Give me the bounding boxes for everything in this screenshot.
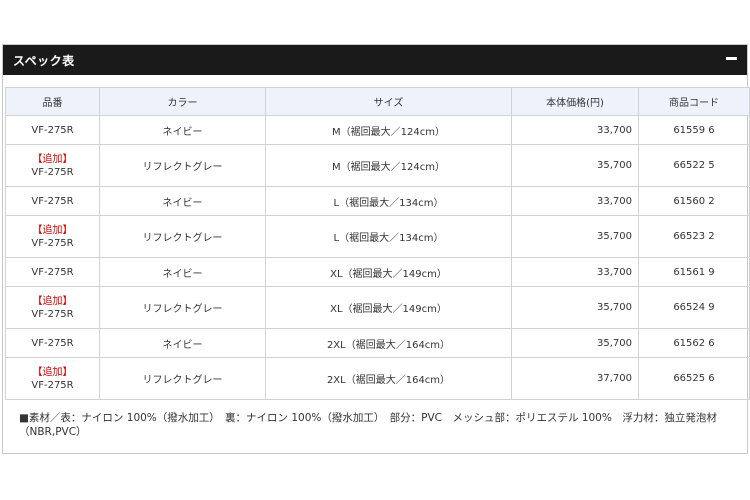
model-number: VF-275R (31, 266, 74, 278)
model-number: VF-275R (31, 337, 74, 349)
cell-model: VF-275R (5, 115, 100, 145)
cell-color: ネイビー (99, 328, 266, 358)
cell-size: L（裾回最大／134cm） (265, 186, 512, 216)
cell-code: 66525 6 (638, 357, 750, 400)
table-row: 【追加】 VF-275R リフレクトグレー L（裾回最大／134cm） 35,70… (5, 215, 750, 258)
spec-title: スペック表 (13, 54, 75, 68)
cell-price: 33,700 (511, 115, 639, 145)
cell-model: VF-275R (5, 328, 100, 358)
cell-color: ネイビー (99, 257, 266, 287)
cell-size: 2XL（裾回最大／164cm） (265, 328, 512, 358)
cell-color: リフレクトグレー (99, 357, 266, 400)
cell-model: VF-275R (5, 257, 100, 287)
minus-icon (726, 57, 737, 60)
cell-color: ネイビー (99, 186, 266, 216)
cell-model: VF-275R (5, 186, 100, 216)
cell-size: L（裾回最大／134cm） (265, 215, 512, 258)
spec-header[interactable]: スペック表 (3, 45, 747, 75)
cell-size: M（裾回最大／124cm） (265, 144, 512, 187)
cell-code: 61562 6 (638, 328, 750, 358)
material-note: ■素材／表：ナイロン 100%（撥水加工） 裏：ナイロン 100%（撥水加工） … (19, 412, 717, 438)
table-row: VF-275R ネイビー 2XL（裾回最大／164cm） 35,700 6156… (5, 328, 750, 358)
spec-table: 品番 カラー サイズ 本体価格(円) 商品コード VF-275R ネイビー M（… (5, 87, 750, 400)
cell-color: リフレクトグレー (99, 215, 266, 258)
cell-size: XL（裾回最大／149cm） (265, 257, 512, 287)
cell-code: 66522 5 (638, 144, 750, 187)
model-number: VF-275R (31, 124, 74, 136)
collapse-button[interactable] (719, 49, 743, 71)
cell-model: 【追加】 VF-275R (5, 286, 100, 329)
table-row: VF-275R ネイビー XL（裾回最大／149cm） 33,700 61561… (5, 257, 750, 287)
added-badge: 【追加】 (32, 366, 73, 378)
model-number: VF-275R (31, 308, 74, 320)
spec-panel: スペック表 品番 カラー サイズ 本体価格(円) 商品コード VF-275R ネ… (2, 44, 750, 454)
cell-code: 66523 2 (638, 215, 750, 258)
cell-size: XL（裾回最大／149cm） (265, 286, 512, 329)
cell-code: 61560 2 (638, 186, 750, 216)
model-number: VF-275R (31, 166, 74, 178)
cell-model: 【追加】 VF-275R (5, 357, 100, 400)
model-number: VF-275R (31, 237, 74, 249)
cell-model: 【追加】 VF-275R (5, 215, 100, 258)
cell-model: 【追加】 VF-275R (5, 144, 100, 187)
table-row: 【追加】 VF-275R リフレクトグレー XL（裾回最大／149cm） 35,7… (5, 286, 750, 329)
header-model: 品番 (5, 87, 100, 116)
header-price: 本体価格(円) (511, 87, 639, 116)
added-badge: 【追加】 (32, 295, 73, 307)
cell-code: 66524 9 (638, 286, 750, 329)
cell-price: 35,700 (511, 144, 639, 187)
cell-price: 35,700 (511, 328, 639, 358)
header-code: 商品コード (638, 87, 750, 116)
cell-size: M（裾回最大／124cm） (265, 115, 512, 145)
cell-color: リフレクトグレー (99, 144, 266, 187)
cell-code: 61561 9 (638, 257, 750, 287)
added-badge: 【追加】 (32, 224, 73, 236)
cell-size: 2XL（裾回最大／164cm） (265, 357, 512, 400)
cell-price: 33,700 (511, 186, 639, 216)
cell-price: 37,700 (511, 357, 639, 400)
added-badge: 【追加】 (32, 153, 73, 165)
model-number: VF-275R (31, 379, 74, 391)
header-size: サイズ (265, 87, 512, 116)
cell-code: 61559 6 (638, 115, 750, 145)
cell-price: 35,700 (511, 215, 639, 258)
table-row: 【追加】 VF-275R リフレクトグレー M（裾回最大／124cm） 35,70… (5, 144, 750, 187)
cell-price: 33,700 (511, 257, 639, 287)
header-color: カラー (99, 87, 266, 116)
cell-color: ネイビー (99, 115, 266, 145)
table-row: VF-275R ネイビー L（裾回最大／134cm） 33,700 61560 … (5, 186, 750, 216)
model-number: VF-275R (31, 195, 74, 207)
table-row: VF-275R ネイビー M（裾回最大／124cm） 33,700 61559 … (5, 115, 750, 145)
cell-color: リフレクトグレー (99, 286, 266, 329)
spec-table-header: 品番 カラー サイズ 本体価格(円) 商品コード (5, 87, 750, 116)
cell-price: 35,700 (511, 286, 639, 329)
table-row: 【追加】 VF-275R リフレクトグレー 2XL（裾回最大／164cm） 37,… (5, 357, 750, 400)
